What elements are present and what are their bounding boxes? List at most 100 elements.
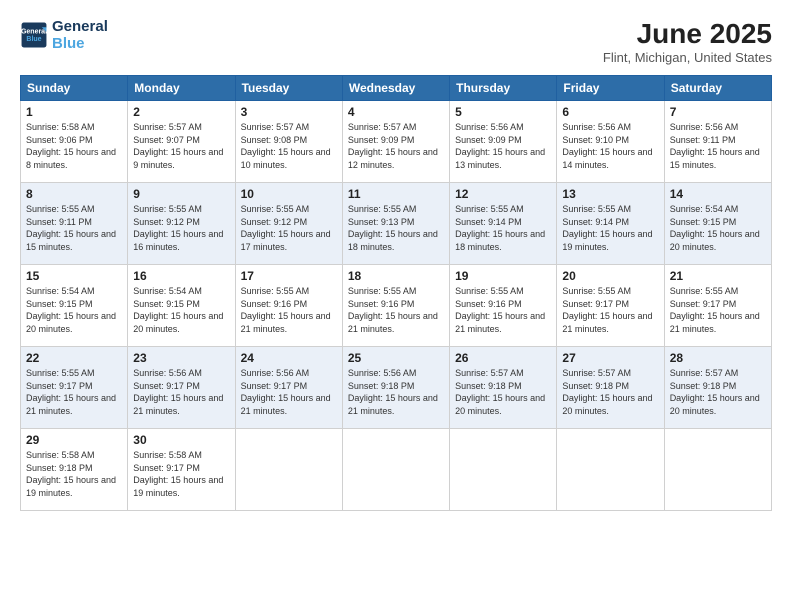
calendar: Sunday Monday Tuesday Wednesday Thursday… xyxy=(20,75,772,511)
day-number: 6 xyxy=(562,105,658,119)
day-detail: Sunrise: 5:55 AMSunset: 9:11 PMDaylight:… xyxy=(26,203,122,253)
day-detail: Sunrise: 5:55 AMSunset: 9:17 PMDaylight:… xyxy=(562,285,658,335)
day-detail: Sunrise: 5:56 AMSunset: 9:17 PMDaylight:… xyxy=(133,367,229,417)
table-row: 11 Sunrise: 5:55 AMSunset: 9:13 PMDaylig… xyxy=(342,183,449,265)
day-detail: Sunrise: 5:57 AMSunset: 9:07 PMDaylight:… xyxy=(133,121,229,171)
table-row xyxy=(450,429,557,511)
day-detail: Sunrise: 5:58 AMSunset: 9:06 PMDaylight:… xyxy=(26,121,122,171)
col-saturday: Saturday xyxy=(664,76,771,101)
col-wednesday: Wednesday xyxy=(342,76,449,101)
page: General Blue General Blue June 2025 Flin… xyxy=(0,0,792,612)
day-number: 1 xyxy=(26,105,122,119)
table-row: 26 Sunrise: 5:57 AMSunset: 9:18 PMDaylig… xyxy=(450,347,557,429)
table-row: 5 Sunrise: 5:56 AMSunset: 9:09 PMDayligh… xyxy=(450,101,557,183)
table-row: 2 Sunrise: 5:57 AMSunset: 9:07 PMDayligh… xyxy=(128,101,235,183)
day-detail: Sunrise: 5:55 AMSunset: 9:12 PMDaylight:… xyxy=(133,203,229,253)
table-row: 9 Sunrise: 5:55 AMSunset: 9:12 PMDayligh… xyxy=(128,183,235,265)
day-detail: Sunrise: 5:56 AMSunset: 9:10 PMDaylight:… xyxy=(562,121,658,171)
day-number: 30 xyxy=(133,433,229,447)
day-detail: Sunrise: 5:55 AMSunset: 9:14 PMDaylight:… xyxy=(562,203,658,253)
day-number: 27 xyxy=(562,351,658,365)
table-row: 1 Sunrise: 5:58 AMSunset: 9:06 PMDayligh… xyxy=(21,101,128,183)
day-detail: Sunrise: 5:58 AMSunset: 9:17 PMDaylight:… xyxy=(133,449,229,499)
day-number: 10 xyxy=(241,187,337,201)
table-row: 20 Sunrise: 5:55 AMSunset: 9:17 PMDaylig… xyxy=(557,265,664,347)
header: General Blue General Blue June 2025 Flin… xyxy=(20,18,772,65)
day-detail: Sunrise: 5:55 AMSunset: 9:16 PMDaylight:… xyxy=(455,285,551,335)
table-row: 25 Sunrise: 5:56 AMSunset: 9:18 PMDaylig… xyxy=(342,347,449,429)
day-detail: Sunrise: 5:57 AMSunset: 9:18 PMDaylight:… xyxy=(455,367,551,417)
table-row: 22 Sunrise: 5:55 AMSunset: 9:17 PMDaylig… xyxy=(21,347,128,429)
table-row: 12 Sunrise: 5:55 AMSunset: 9:14 PMDaylig… xyxy=(450,183,557,265)
day-number: 18 xyxy=(348,269,444,283)
day-number: 8 xyxy=(26,187,122,201)
col-monday: Monday xyxy=(128,76,235,101)
day-number: 17 xyxy=(241,269,337,283)
table-row: 19 Sunrise: 5:55 AMSunset: 9:16 PMDaylig… xyxy=(450,265,557,347)
table-row: 21 Sunrise: 5:55 AMSunset: 9:17 PMDaylig… xyxy=(664,265,771,347)
day-number: 19 xyxy=(455,269,551,283)
table-row: 3 Sunrise: 5:57 AMSunset: 9:08 PMDayligh… xyxy=(235,101,342,183)
col-tuesday: Tuesday xyxy=(235,76,342,101)
calendar-header-row: Sunday Monday Tuesday Wednesday Thursday… xyxy=(21,76,772,101)
day-number: 2 xyxy=(133,105,229,119)
day-detail: Sunrise: 5:55 AMSunset: 9:14 PMDaylight:… xyxy=(455,203,551,253)
table-row: 24 Sunrise: 5:56 AMSunset: 9:17 PMDaylig… xyxy=(235,347,342,429)
svg-text:Blue: Blue xyxy=(26,36,41,43)
day-detail: Sunrise: 5:57 AMSunset: 9:18 PMDaylight:… xyxy=(562,367,658,417)
calendar-week-row: 15 Sunrise: 5:54 AMSunset: 9:15 PMDaylig… xyxy=(21,265,772,347)
logo: General Blue General Blue xyxy=(20,18,108,53)
day-number: 5 xyxy=(455,105,551,119)
day-number: 7 xyxy=(670,105,766,119)
calendar-week-row: 8 Sunrise: 5:55 AMSunset: 9:11 PMDayligh… xyxy=(21,183,772,265)
day-number: 22 xyxy=(26,351,122,365)
table-row: 27 Sunrise: 5:57 AMSunset: 9:18 PMDaylig… xyxy=(557,347,664,429)
day-number: 26 xyxy=(455,351,551,365)
logo-icon: General Blue xyxy=(20,21,48,49)
day-number: 29 xyxy=(26,433,122,447)
day-number: 21 xyxy=(670,269,766,283)
day-detail: Sunrise: 5:54 AMSunset: 9:15 PMDaylight:… xyxy=(133,285,229,335)
table-row: 23 Sunrise: 5:56 AMSunset: 9:17 PMDaylig… xyxy=(128,347,235,429)
day-detail: Sunrise: 5:56 AMSunset: 9:11 PMDaylight:… xyxy=(670,121,766,171)
table-row: 18 Sunrise: 5:55 AMSunset: 9:16 PMDaylig… xyxy=(342,265,449,347)
table-row: 15 Sunrise: 5:54 AMSunset: 9:15 PMDaylig… xyxy=(21,265,128,347)
day-detail: Sunrise: 5:55 AMSunset: 9:16 PMDaylight:… xyxy=(241,285,337,335)
table-row: 14 Sunrise: 5:54 AMSunset: 9:15 PMDaylig… xyxy=(664,183,771,265)
day-number: 11 xyxy=(348,187,444,201)
day-number: 14 xyxy=(670,187,766,201)
logo-text: General Blue xyxy=(52,18,108,53)
day-number: 12 xyxy=(455,187,551,201)
col-sunday: Sunday xyxy=(21,76,128,101)
day-detail: Sunrise: 5:58 AMSunset: 9:18 PMDaylight:… xyxy=(26,449,122,499)
day-number: 20 xyxy=(562,269,658,283)
day-number: 3 xyxy=(241,105,337,119)
day-number: 15 xyxy=(26,269,122,283)
day-number: 24 xyxy=(241,351,337,365)
calendar-week-row: 1 Sunrise: 5:58 AMSunset: 9:06 PMDayligh… xyxy=(21,101,772,183)
day-number: 9 xyxy=(133,187,229,201)
day-number: 4 xyxy=(348,105,444,119)
table-row xyxy=(557,429,664,511)
table-row: 7 Sunrise: 5:56 AMSunset: 9:11 PMDayligh… xyxy=(664,101,771,183)
calendar-week-row: 29 Sunrise: 5:58 AMSunset: 9:18 PMDaylig… xyxy=(21,429,772,511)
table-row: 17 Sunrise: 5:55 AMSunset: 9:16 PMDaylig… xyxy=(235,265,342,347)
day-number: 13 xyxy=(562,187,658,201)
table-row: 28 Sunrise: 5:57 AMSunset: 9:18 PMDaylig… xyxy=(664,347,771,429)
day-detail: Sunrise: 5:55 AMSunset: 9:12 PMDaylight:… xyxy=(241,203,337,253)
table-row: 10 Sunrise: 5:55 AMSunset: 9:12 PMDaylig… xyxy=(235,183,342,265)
day-number: 28 xyxy=(670,351,766,365)
day-detail: Sunrise: 5:54 AMSunset: 9:15 PMDaylight:… xyxy=(670,203,766,253)
day-detail: Sunrise: 5:57 AMSunset: 9:18 PMDaylight:… xyxy=(670,367,766,417)
day-detail: Sunrise: 5:56 AMSunset: 9:17 PMDaylight:… xyxy=(241,367,337,417)
col-friday: Friday xyxy=(557,76,664,101)
title-area: June 2025 Flint, Michigan, United States xyxy=(603,18,772,65)
table-row: 29 Sunrise: 5:58 AMSunset: 9:18 PMDaylig… xyxy=(21,429,128,511)
table-row xyxy=(235,429,342,511)
day-number: 16 xyxy=(133,269,229,283)
svg-text:General: General xyxy=(21,29,47,36)
subtitle: Flint, Michigan, United States xyxy=(603,50,772,65)
day-detail: Sunrise: 5:54 AMSunset: 9:15 PMDaylight:… xyxy=(26,285,122,335)
main-title: June 2025 xyxy=(603,18,772,50)
col-thursday: Thursday xyxy=(450,76,557,101)
